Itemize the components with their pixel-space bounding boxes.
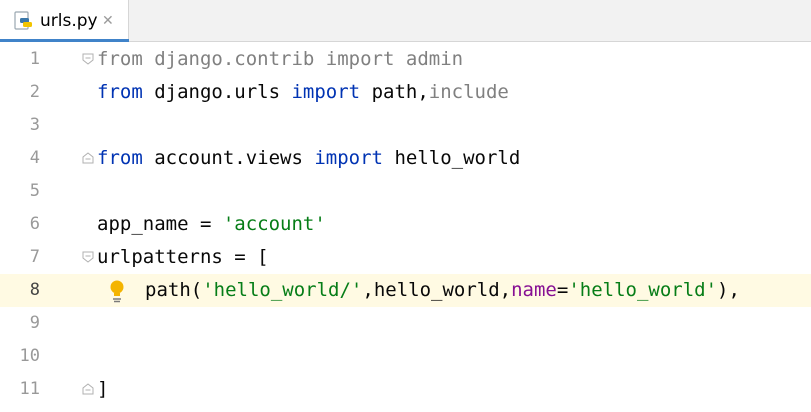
line-number: 7: [29, 247, 40, 267]
code-line-8: 8 path('hello_world/',hello_world,name='…: [0, 274, 811, 307]
editor-tab-bar: urls.py ✕: [0, 0, 811, 42]
code-text: app_name = 'account': [97, 213, 326, 235]
code-line-10: 10: [0, 340, 811, 373]
code-line-5: 5: [0, 175, 811, 208]
code-text: urlpatterns = [: [97, 246, 269, 268]
code-text: from django.urls import path,include: [97, 81, 509, 103]
code-line-3: 3: [0, 109, 811, 142]
code-line-4: 4 from account.views import hello_world: [0, 142, 811, 175]
line-number: 11: [19, 379, 40, 399]
code-text: from account.views import hello_world: [97, 147, 521, 169]
code-text: from django.contrib import admin: [97, 48, 464, 70]
code-line-11: 11 ]: [0, 373, 811, 406]
line-number: 9: [29, 313, 40, 333]
code-line-2: 2 from django.urls import path,include: [0, 76, 811, 109]
code-line-9: 9: [0, 307, 811, 340]
line-number: 10: [19, 346, 40, 366]
fold-start-icon[interactable]: [82, 53, 94, 65]
line-number: 4: [29, 148, 40, 168]
tab-urls-py[interactable]: urls.py ✕: [0, 0, 129, 42]
active-tab-indicator: [0, 39, 129, 42]
code-line-1: 1 from django.contrib import admin: [0, 43, 811, 76]
fold-end-icon[interactable]: [82, 152, 94, 164]
code-editor[interactable]: 1 from django.contrib import admin 2 fro…: [0, 43, 811, 412]
code-line-6: 6 app_name = 'account': [0, 208, 811, 241]
line-number: 1: [29, 49, 40, 69]
fold-end-icon[interactable]: [82, 383, 94, 395]
close-icon[interactable]: ✕: [102, 13, 114, 29]
line-number: 6: [29, 214, 40, 234]
line-number: 3: [29, 115, 40, 135]
code-line-7: 7 urlpatterns = [: [0, 241, 811, 274]
lightbulb-icon[interactable]: [108, 279, 126, 303]
fold-start-icon[interactable]: [82, 251, 94, 263]
line-number: 5: [29, 181, 40, 201]
tab-label: urls.py: [40, 11, 98, 31]
line-number: 8: [29, 280, 40, 300]
line-number: 2: [29, 82, 40, 102]
code-text: ]: [97, 378, 109, 400]
code-text: path('hello_world/',hello_world,name='he…: [145, 279, 740, 301]
python-file-icon: [14, 11, 32, 30]
